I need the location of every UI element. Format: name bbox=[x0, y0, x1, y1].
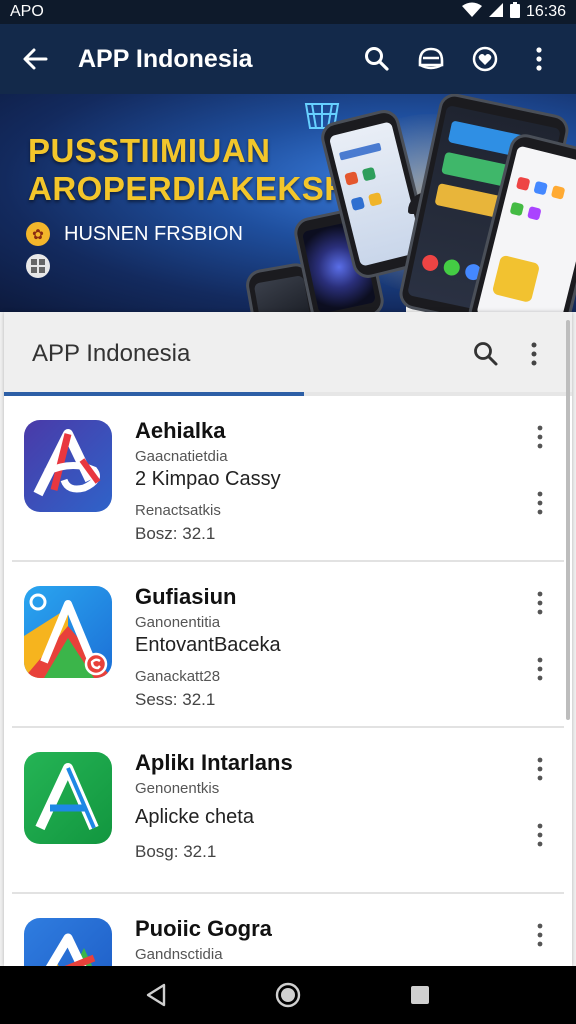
app-description: EntovantBaceka bbox=[135, 634, 281, 656]
app-overflow-button[interactable] bbox=[526, 588, 554, 618]
more-vert-icon bbox=[536, 47, 542, 71]
app-list-card: APP Indonesia Aehialka Gaacnatietdia 2 K… bbox=[4, 312, 572, 1010]
app-info: Gufiasiun Ganonentitia EntovantBaceka Ga… bbox=[135, 584, 485, 716]
back-arrow-icon bbox=[23, 48, 48, 70]
helmet-icon bbox=[418, 47, 444, 70]
overflow-menu-button[interactable] bbox=[512, 32, 566, 86]
signal-icon bbox=[488, 2, 504, 23]
more-vert-icon bbox=[537, 491, 543, 515]
status-carrier: APO bbox=[10, 3, 44, 20]
scrollbar[interactable] bbox=[566, 320, 570, 720]
app-name: Aplikı Intarlans bbox=[135, 750, 293, 775]
app-info: Aehialka Gaacnatietdia 2 Kimpao Cassy Re… bbox=[135, 418, 485, 550]
banner-subtitle: HUSNEN FRSBION bbox=[64, 222, 243, 245]
back-button[interactable] bbox=[0, 24, 70, 94]
nav-recents-button[interactable] bbox=[390, 970, 450, 1020]
app-description: 2 Kimpao Cassy bbox=[135, 468, 281, 490]
more-vert-icon bbox=[537, 823, 543, 847]
app-overflow-button[interactable] bbox=[526, 488, 554, 518]
app-category: Gaacnatietdia bbox=[135, 448, 228, 465]
app-logo-icon bbox=[24, 586, 112, 678]
app-name: Aehialka bbox=[135, 418, 226, 443]
app-bar-actions bbox=[350, 32, 576, 86]
status-bar: APO 16:36 bbox=[0, 0, 576, 24]
app-developer: Ganackatt28 bbox=[135, 668, 221, 685]
coin-icon: ✿ bbox=[26, 222, 50, 246]
nav-home-button[interactable] bbox=[258, 970, 318, 1020]
battery-icon bbox=[509, 1, 520, 23]
app-list: Aehialka Gaacnatietdia 2 Kimpao Cassy Re… bbox=[4, 396, 572, 1024]
back-triangle-icon bbox=[146, 983, 166, 1007]
app-developer: Renactsatkis bbox=[135, 502, 221, 519]
banner-headline: PUSSTIIMIUAN AROPERDIAKEKSH bbox=[28, 132, 349, 208]
wifi-icon bbox=[461, 2, 482, 23]
promo-banner[interactable]: PUSSTIIMIUAN AROPERDIAKEKSH ✿ HUSNEN FRS… bbox=[0, 94, 576, 312]
more-vert-icon bbox=[537, 657, 543, 681]
app-name: Puoiic Gogra bbox=[135, 916, 272, 941]
app-overflow-button[interactable] bbox=[526, 920, 554, 950]
app-info: Puoiic Gogra Gandnsctidia bbox=[135, 916, 485, 966]
nav-back-button[interactable] bbox=[126, 970, 186, 1020]
panel-title: APP Indonesia bbox=[32, 340, 191, 367]
panel-header: APP Indonesia bbox=[4, 312, 572, 396]
app-name: Gufiasiun bbox=[135, 584, 237, 609]
banner-headline-line1: PUSSTIIMIUAN bbox=[28, 132, 271, 169]
heart-icon bbox=[472, 46, 498, 72]
more-vert-icon bbox=[537, 923, 543, 947]
status-time: 16:36 bbox=[525, 3, 566, 20]
home-circle-icon bbox=[275, 982, 301, 1008]
app-logo-icon bbox=[24, 752, 112, 844]
helmet-button[interactable] bbox=[404, 32, 458, 86]
app-category: Ganonentitia bbox=[135, 614, 221, 631]
app-logo-icon bbox=[24, 420, 112, 512]
banner-windows-badge bbox=[26, 254, 50, 278]
app-description: Aplicke cheta bbox=[135, 806, 254, 828]
search-button[interactable] bbox=[350, 32, 404, 86]
app-list-panel: APP Indonesia Aehialka Gaacnatietdia 2 K… bbox=[0, 312, 576, 1010]
favorite-button[interactable] bbox=[458, 32, 512, 86]
app-list-item[interactable]: Gufiasiun Ganonentitia EntovantBaceka Ga… bbox=[4, 562, 572, 728]
banner-subtitle-row: ✿ HUSNEN FRSBION bbox=[26, 222, 243, 246]
more-vert-icon bbox=[537, 757, 543, 781]
windows-icon bbox=[26, 254, 50, 278]
app-overflow-button[interactable] bbox=[526, 654, 554, 684]
search-icon bbox=[365, 47, 389, 71]
recents-square-icon bbox=[411, 986, 429, 1004]
more-vert-icon bbox=[537, 425, 543, 449]
app-overflow-button[interactable] bbox=[526, 754, 554, 784]
banner-headline-line2: AROPERDIAKEKSH bbox=[28, 170, 349, 207]
app-bar-title: APP Indonesia bbox=[78, 44, 253, 73]
app-rating: Bosg: 32.1 bbox=[135, 842, 217, 861]
app-info: Aplikı Intarlans Genonentkis Aplicke che… bbox=[135, 750, 485, 868]
app-overflow-button[interactable] bbox=[526, 422, 554, 452]
system-nav-bar bbox=[0, 966, 576, 1024]
more-vert-icon bbox=[537, 591, 543, 615]
status-icons: 16:36 bbox=[461, 1, 566, 23]
app-list-item[interactable]: Aehialka Gaacnatietdia 2 Kimpao Cassy Re… bbox=[4, 396, 572, 562]
app-rating: Sess: 32.1 bbox=[135, 690, 216, 709]
app-bar: APP Indonesia bbox=[0, 24, 576, 94]
screen: APO 16:36 APP Indonesia PUSSTIIMIUAN ARO… bbox=[0, 0, 576, 1024]
app-category: Genonentkis bbox=[135, 780, 220, 797]
more-vert-icon bbox=[531, 342, 537, 366]
panel-search-button[interactable] bbox=[462, 330, 510, 378]
app-list-item[interactable]: Aplikı Intarlans Genonentkis Aplicke che… bbox=[4, 728, 572, 894]
panel-overflow-button[interactable] bbox=[510, 330, 558, 378]
app-overflow-button[interactable] bbox=[526, 820, 554, 850]
app-rating: Bosz: 32.1 bbox=[135, 524, 216, 543]
search-icon bbox=[474, 342, 498, 366]
app-category: Gandnsctidia bbox=[135, 946, 223, 963]
